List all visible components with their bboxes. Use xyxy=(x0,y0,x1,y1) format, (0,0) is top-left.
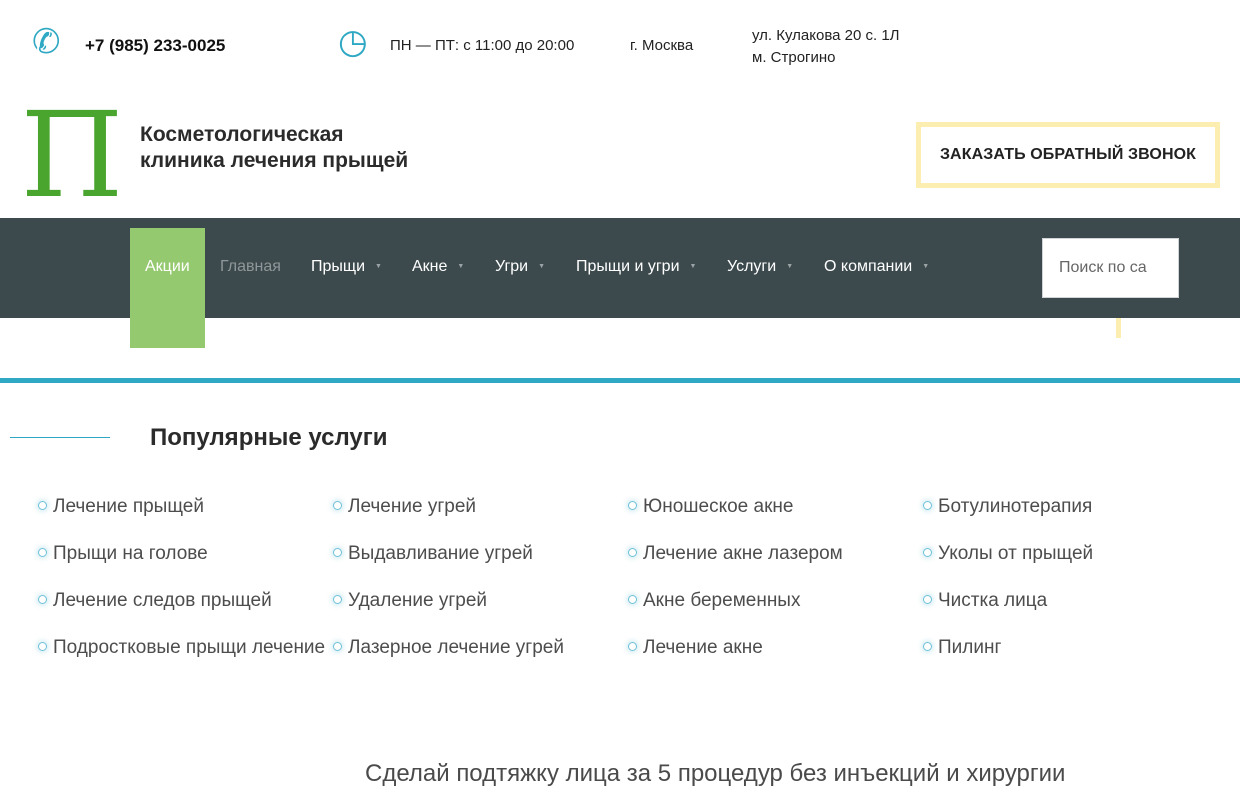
nav-item-services[interactable]: Услуги ▼ xyxy=(727,258,793,276)
phone-icon: ✆ xyxy=(32,22,61,62)
bullet-icon xyxy=(628,548,637,557)
service-link[interactable]: Лечение следов прыщей xyxy=(38,590,272,612)
service-label: Лечение следов прыщей xyxy=(53,590,272,611)
service-link[interactable]: Прыщи на голове xyxy=(38,543,208,565)
service-link[interactable]: Пилинг xyxy=(923,637,1001,659)
chevron-down-icon: ▼ xyxy=(457,263,465,270)
section-title: Популярные услуги xyxy=(150,424,388,451)
nav-item-blackheads[interactable]: Угри ▼ xyxy=(495,258,545,276)
nav-item-pimples[interactable]: Прыщи ▼ xyxy=(311,258,382,276)
service-label: Прыщи на голове xyxy=(53,543,208,564)
bullet-icon xyxy=(38,595,47,604)
nav-item-about-label: О компании xyxy=(824,258,913,275)
bullet-icon xyxy=(333,595,342,604)
brand-line-2: клиника лечения прыщей xyxy=(140,149,409,172)
service-link[interactable]: Лечение прыщей xyxy=(38,496,204,518)
nav-item-home[interactable]: Главная xyxy=(220,258,281,276)
bullet-icon xyxy=(333,548,342,557)
service-label: Выдавливание угрей xyxy=(348,543,533,564)
decorative-marker xyxy=(1116,318,1121,338)
service-label: Акне беременных xyxy=(643,590,801,611)
chevron-down-icon: ▼ xyxy=(689,263,697,270)
service-label: Лечение акне xyxy=(643,637,763,658)
bullet-icon xyxy=(923,595,932,604)
promo-heading: Сделай подтяжку лица за 5 процедур без и… xyxy=(365,760,1066,787)
working-hours: ПН — ПТ: с 11:00 до 20:00 xyxy=(390,37,575,54)
bullet-icon xyxy=(628,642,637,651)
service-link[interactable]: Лечение акне лазером xyxy=(628,543,843,565)
service-label: Юношеское акне xyxy=(643,496,794,517)
bullet-icon xyxy=(923,501,932,510)
bullet-icon xyxy=(923,642,932,651)
nav-item-pimples-and-blackheads[interactable]: Прыщи и угри ▼ xyxy=(576,258,696,276)
divider xyxy=(0,378,1240,383)
bullet-icon xyxy=(628,501,637,510)
brand-line-1: Косметологическая xyxy=(140,123,344,146)
brand-title: Косметологическая клиника лечения прыщей xyxy=(140,122,408,174)
nav-active-highlight xyxy=(130,228,205,348)
nav-item-acne[interactable]: Акне ▼ xyxy=(412,258,464,276)
nav-item-promotions[interactable]: Акции xyxy=(145,258,190,276)
service-label: Уколы от прыщей xyxy=(938,543,1094,564)
service-label: Ботулинотерапия xyxy=(938,496,1093,517)
logo[interactable]: П xyxy=(26,102,118,202)
service-link[interactable]: Юношеское акне xyxy=(628,496,793,518)
service-link[interactable]: Подростковые прыщи лечение xyxy=(38,637,325,659)
bullet-icon xyxy=(923,548,932,557)
service-link[interactable]: Лечение акне xyxy=(628,637,763,659)
service-link[interactable]: Лечение угрей xyxy=(333,496,476,518)
chevron-down-icon: ▼ xyxy=(786,263,794,270)
nav-item-acne-label: Акне xyxy=(412,258,448,275)
service-label: Подростковые прыщи лечение xyxy=(53,637,326,658)
chevron-down-icon: ▼ xyxy=(375,263,382,270)
nav-item-blackheads-label: Угри xyxy=(495,258,529,275)
search-input[interactable] xyxy=(1042,238,1179,298)
section-title-line xyxy=(10,437,110,438)
bullet-icon xyxy=(38,548,47,557)
nav-item-pimples-label: Прыщи xyxy=(311,258,365,275)
service-label: Лечение прыщей xyxy=(53,496,204,517)
bullet-icon xyxy=(38,642,47,651)
service-link[interactable]: Уколы от прыщей xyxy=(923,543,1093,565)
clock-icon: ◷ xyxy=(338,22,368,62)
service-label: Чистка лица xyxy=(938,590,1048,611)
nav-item-pimples-and-blackheads-label: Прыщи и угри xyxy=(576,258,680,275)
address-street: ул. Кулакова 20 с. 1Л xyxy=(752,27,900,44)
svg-text:П: П xyxy=(26,102,118,202)
service-label: Лечение акне лазером xyxy=(643,543,843,564)
service-link[interactable]: Лазерное лечение угрей xyxy=(333,637,564,659)
service-label: Удаление угрей xyxy=(348,590,488,611)
phone-link[interactable]: +7 (985) 233-0025 xyxy=(85,36,225,56)
service-label: Пилинг xyxy=(938,637,1002,658)
bullet-icon xyxy=(628,595,637,604)
nav-item-services-label: Услуги xyxy=(727,258,777,275)
service-label: Лечение угрей xyxy=(348,496,476,517)
bullet-icon xyxy=(38,501,47,510)
service-link[interactable]: Выдавливание угрей xyxy=(333,543,533,565)
service-link[interactable]: Акне беременных xyxy=(628,590,800,612)
service-link[interactable]: Удаление угрей xyxy=(333,590,487,612)
service-label: Лазерное лечение угрей xyxy=(348,637,564,658)
bullet-icon xyxy=(333,501,342,510)
address: ул. Кулакова 20 с. 1Л м. Строгино xyxy=(752,25,900,69)
bullet-icon xyxy=(333,642,342,651)
chevron-down-icon: ▼ xyxy=(538,263,546,270)
top-contact-bar: ✆ +7 (985) 233-0025 ◷ ПН — ПТ: с 11:00 д… xyxy=(0,0,1240,95)
callback-button[interactable]: ЗАКАЗАТЬ ОБРАТНЫЙ ЗВОНОК xyxy=(916,122,1220,188)
address-metro: м. Строгино xyxy=(752,49,836,66)
nav-item-about[interactable]: О компании ▼ xyxy=(824,258,929,276)
service-link[interactable]: Чистка лица xyxy=(923,590,1047,612)
service-link[interactable]: Ботулинотерапия xyxy=(923,496,1092,518)
city: г. Москва xyxy=(630,37,694,54)
chevron-down-icon: ▼ xyxy=(922,263,930,270)
